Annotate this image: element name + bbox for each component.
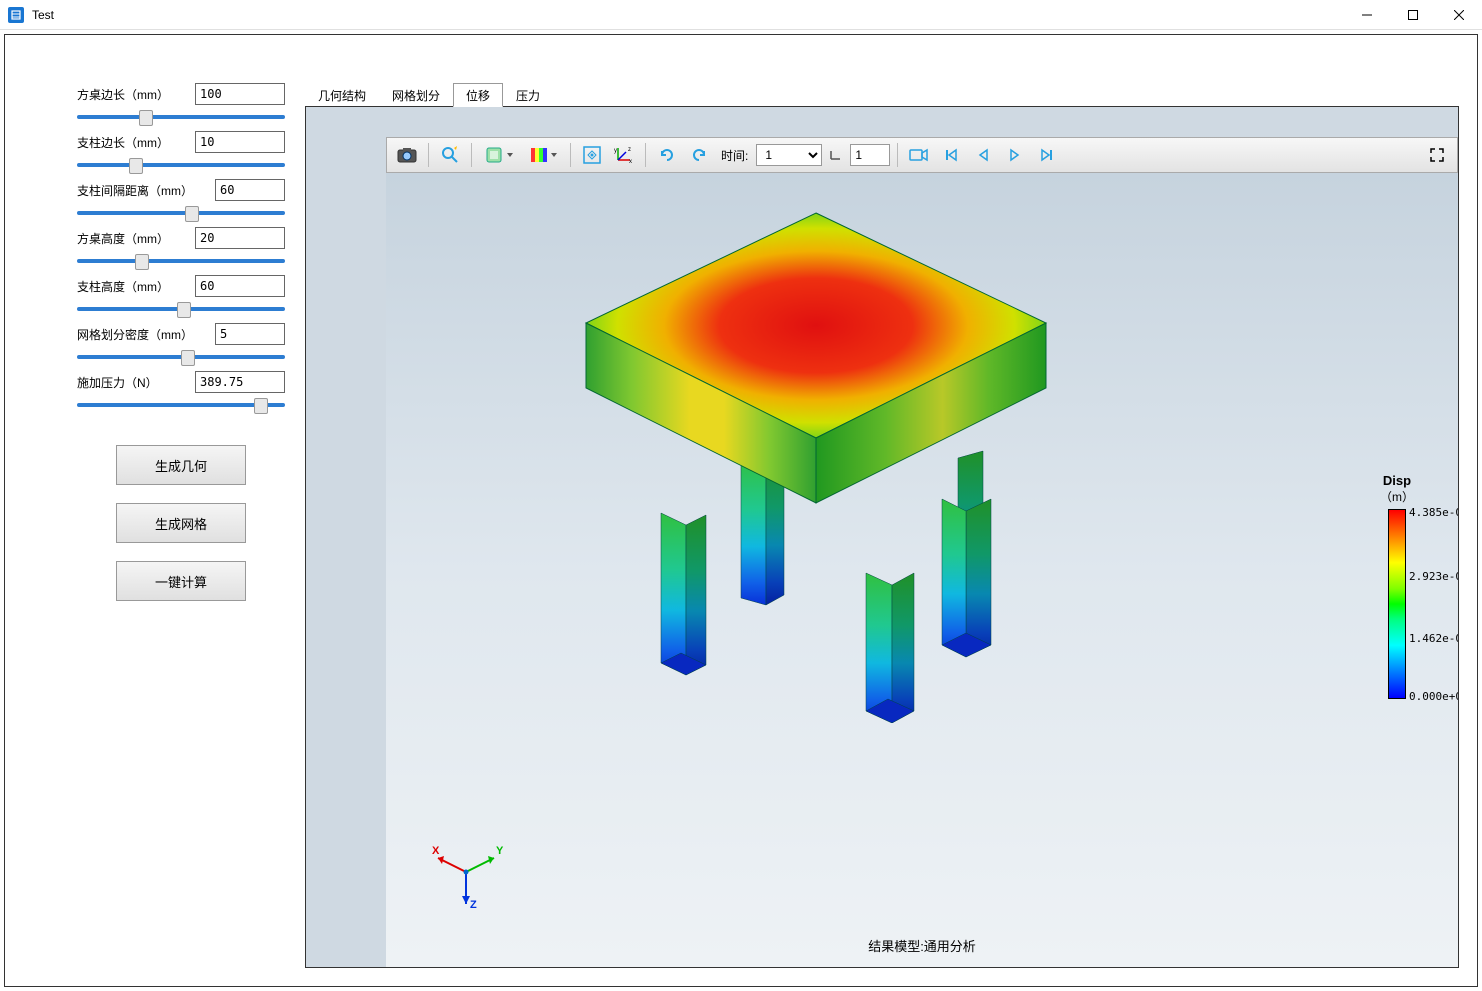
param-label: 支柱边长（mm） <box>77 134 189 151</box>
param-pillar-height: 支柱高度（mm） <box>77 275 285 311</box>
tab-geometry[interactable]: 几何结构 <box>305 83 379 107</box>
param-input-mesh-density[interactable] <box>215 323 285 345</box>
legend-unit: （m） <box>1352 488 1442 505</box>
svg-text:x: x <box>629 159 632 164</box>
rotate-ccw-icon[interactable] <box>653 141 681 169</box>
coordinate-triad: X Y Z <box>426 832 506 912</box>
param-input-pressure[interactable] <box>195 371 285 393</box>
legend-title: Disp <box>1352 473 1442 488</box>
selection-dropdown-icon[interactable] <box>479 141 519 169</box>
zoom-icon[interactable] <box>436 141 464 169</box>
content-area: 几何结构 网格划分 位移 压力 z y x 时间: 1 <box>305 83 1459 968</box>
first-frame-icon[interactable] <box>937 141 965 169</box>
param-label: 方桌高度（mm） <box>77 230 189 247</box>
model-caption: 结果模型:通用分析 <box>868 936 976 955</box>
param-table-side: 方桌边长（mm） <box>77 83 285 119</box>
minimize-button[interactable] <box>1344 0 1390 30</box>
fit-view-icon[interactable] <box>578 141 606 169</box>
tab-pressure[interactable]: 压力 <box>503 83 553 107</box>
param-pillar-side: 支柱边长（mm） <box>77 131 285 167</box>
param-input-pillar-gap[interactable] <box>215 179 285 201</box>
generate-geometry-button[interactable]: 生成几何 <box>116 445 246 485</box>
compute-button[interactable]: 一键计算 <box>116 561 246 601</box>
param-slider[interactable] <box>77 115 285 119</box>
viewer-toolbar: z y x 时间: 1 <box>386 137 1458 173</box>
tab-mesh[interactable]: 网格划分 <box>379 83 453 107</box>
app-icon <box>8 7 24 23</box>
last-frame-icon[interactable] <box>1033 141 1061 169</box>
param-input-table-height[interactable] <box>195 227 285 249</box>
param-slider[interactable] <box>77 259 285 263</box>
color-legend: Disp （m） 4.385e-07 2.923e-07 1.462e-07 0… <box>1352 473 1442 699</box>
svg-text:Y: Y <box>496 845 504 857</box>
param-slider[interactable] <box>77 211 285 215</box>
param-label: 支柱间隔距离（mm） <box>77 182 209 199</box>
viewer-frame: z y x 时间: 1 <box>305 106 1459 968</box>
param-label: 施加压力（N） <box>77 374 189 391</box>
fullscreen-icon[interactable] <box>1423 141 1451 169</box>
param-input-pillar-side[interactable] <box>195 131 285 153</box>
time-select[interactable]: 1 <box>756 144 822 166</box>
tabs: 几何结构 网格划分 位移 压力 <box>305 83 1459 107</box>
param-label: 网格划分密度（mm） <box>77 326 209 343</box>
legend-tick: 0.000e+00 <box>1409 690 1459 703</box>
svg-text:X: X <box>432 845 440 857</box>
screenshot-icon[interactable] <box>393 141 421 169</box>
titlebar: Test <box>0 0 1482 30</box>
close-button[interactable] <box>1436 0 1482 30</box>
colormap-dropdown-icon[interactable] <box>523 141 563 169</box>
frame-spin[interactable] <box>850 144 890 166</box>
rotate-cw-icon[interactable] <box>685 141 713 169</box>
window-title: Test <box>32 8 1344 22</box>
param-input-pillar-height[interactable] <box>195 275 285 297</box>
legend-tick: 2.923e-07 <box>1409 570 1459 583</box>
generate-mesh-button[interactable]: 生成网格 <box>116 503 246 543</box>
param-label: 方桌边长（mm） <box>77 86 189 103</box>
legend-bar: 4.385e-07 2.923e-07 1.462e-07 0.000e+00 <box>1388 509 1406 699</box>
canvas-area[interactable]: X Y Z 结果模型:通用分析 Disp （m） 4.385e-07 2.923… <box>386 173 1458 967</box>
legend-tick: 1.462e-07 <box>1409 632 1459 645</box>
angle-icon <box>829 147 843 164</box>
time-label: 时间: <box>721 147 748 164</box>
param-input-table-side[interactable] <box>195 83 285 105</box>
svg-text:y: y <box>614 148 617 154</box>
param-mesh-density: 网格划分密度（mm） <box>77 323 285 359</box>
record-icon[interactable] <box>905 141 933 169</box>
play-icon[interactable] <box>1001 141 1029 169</box>
svg-text:Z: Z <box>470 899 477 911</box>
svg-text:z: z <box>628 147 631 153</box>
displacement-model <box>566 203 1066 723</box>
param-slider[interactable] <box>77 403 285 407</box>
param-label: 支柱高度（mm） <box>77 278 189 295</box>
param-pillar-gap: 支柱间隔距离（mm） <box>77 179 285 215</box>
param-slider[interactable] <box>77 163 285 167</box>
legend-tick: 4.385e-07 <box>1409 506 1459 519</box>
param-slider[interactable] <box>77 355 285 359</box>
maximize-button[interactable] <box>1390 0 1436 30</box>
tab-displacement[interactable]: 位移 <box>453 83 503 107</box>
param-pressure: 施加压力（N） <box>77 371 285 407</box>
axes-icon[interactable]: z y x <box>610 141 638 169</box>
param-slider[interactable] <box>77 307 285 311</box>
main-frame: 方桌边长（mm） 支柱边长（mm） 支柱间隔距离（mm） 方桌高度（mm） <box>4 34 1478 987</box>
sidebar: 方桌边长（mm） 支柱边长（mm） 支柱间隔距离（mm） 方桌高度（mm） <box>77 83 285 968</box>
param-table-height: 方桌高度（mm） <box>77 227 285 263</box>
prev-frame-icon[interactable] <box>969 141 997 169</box>
